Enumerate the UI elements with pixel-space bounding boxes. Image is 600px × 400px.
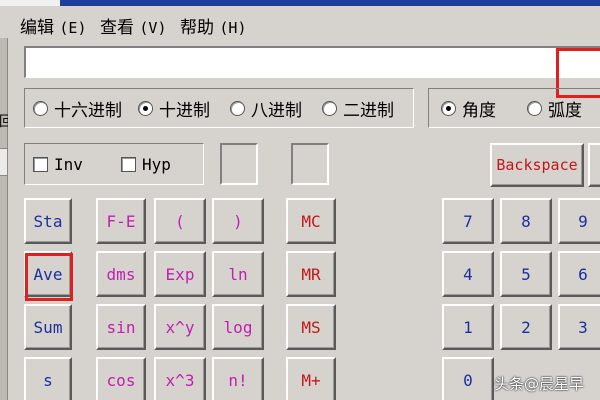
x-pow-y-button[interactable]: x^y xyxy=(154,304,206,350)
radio-octal[interactable]: 八进制 xyxy=(230,89,302,127)
close-paren-button[interactable]: ) xyxy=(212,198,264,244)
fe-button[interactable]: F-E xyxy=(96,198,146,244)
ln-button[interactable]: ln xyxy=(212,251,264,297)
radio-binary-dot xyxy=(322,100,337,116)
backspace-button[interactable]: Backspace xyxy=(490,143,584,187)
exp-button[interactable]: Exp xyxy=(154,251,206,297)
number-system-group: 十六进制 十进制 八进制 二进制 xyxy=(24,88,414,128)
radio-degrees-label: 角度 xyxy=(462,100,496,121)
checkbox-inv[interactable]: Inv xyxy=(33,144,83,184)
radio-binary[interactable]: 二进制 xyxy=(322,89,394,127)
checkbox-inv-box xyxy=(33,156,48,172)
radio-decimal-label: 十进制 xyxy=(159,100,210,121)
checkbox-hyp-box xyxy=(121,156,136,172)
checkbox-inv-label: Inv xyxy=(54,154,83,174)
radio-decimal-dot xyxy=(138,100,153,116)
mc-button[interactable]: MC xyxy=(286,198,336,244)
background-window-tab xyxy=(0,148,8,176)
digit-0-button[interactable]: 0 xyxy=(442,357,494,400)
sin-button[interactable]: sin xyxy=(96,304,146,350)
checkbox-hyp-label: Hyp xyxy=(142,154,171,174)
open-paren-button[interactable]: ( xyxy=(154,198,206,244)
digit-7-button[interactable]: 7 xyxy=(442,198,494,244)
menu-help[interactable]: 帮助 (H) xyxy=(180,13,247,38)
digit-8-button[interactable]: 8 xyxy=(500,198,552,244)
menu-help-accel: (H) xyxy=(219,19,247,37)
watermark-text: 头条@晨星早 xyxy=(493,375,584,393)
radio-radians-label: 弧度 xyxy=(548,100,582,121)
dms-button[interactable]: dms xyxy=(96,251,146,297)
digit-5-button[interactable]: 5 xyxy=(500,251,552,297)
log-button[interactable]: log xyxy=(212,304,264,350)
radio-octal-dot xyxy=(230,100,245,116)
background-window-edge xyxy=(0,38,8,400)
radio-hex-dot xyxy=(33,100,48,116)
menu-edit-label: 编辑 xyxy=(20,18,54,38)
menu-view[interactable]: 查看 (V) xyxy=(100,13,167,38)
sum-button[interactable]: Sum xyxy=(24,304,72,350)
radio-binary-label: 二进制 xyxy=(343,100,394,121)
menu-view-accel: (V) xyxy=(139,19,167,37)
menu-bar: 编辑 (E) 查看 (V) 帮助 (H) xyxy=(0,6,600,38)
highlight-box-ave xyxy=(25,253,73,301)
radio-hex-label: 十六进制 xyxy=(54,100,122,121)
factorial-button[interactable]: n! xyxy=(212,357,264,400)
radio-radians-dot xyxy=(527,100,542,116)
ms-button[interactable]: MS xyxy=(286,304,336,350)
radio-degrees[interactable]: 角度 xyxy=(441,89,496,127)
digit-2-button[interactable]: 2 xyxy=(500,304,552,350)
digit-9-button[interactable]: 9 xyxy=(558,198,600,244)
m-plus-button[interactable]: M+ xyxy=(286,357,336,400)
menu-view-label: 查看 xyxy=(100,18,134,38)
clear-entry-button-partial[interactable] xyxy=(588,143,600,187)
x-cubed-button[interactable]: x^3 xyxy=(154,357,206,400)
parenthesis-indicator xyxy=(220,143,258,185)
checkbox-hyp[interactable]: Hyp xyxy=(121,144,171,184)
background-window-text: 回 xyxy=(0,114,8,130)
radio-decimal[interactable]: 十进制 xyxy=(138,89,210,127)
sta-button[interactable]: Sta xyxy=(24,198,72,244)
memory-indicator xyxy=(291,143,329,185)
digit-6-button[interactable]: 6 xyxy=(558,251,600,297)
mr-button[interactable]: MR xyxy=(286,251,336,297)
menu-edit[interactable]: 编辑 (E) xyxy=(20,13,87,38)
cos-button[interactable]: cos xyxy=(96,357,146,400)
menu-edit-accel: (E) xyxy=(59,19,87,37)
radio-degrees-dot xyxy=(441,100,456,116)
radio-hex[interactable]: 十六进制 xyxy=(33,89,122,127)
inv-hyp-group: Inv Hyp xyxy=(24,143,204,185)
s-button[interactable]: s xyxy=(24,357,72,400)
digit-3-button[interactable]: 3 xyxy=(558,304,600,350)
digit-4-button[interactable]: 4 xyxy=(442,251,494,297)
radio-octal-label: 八进制 xyxy=(251,100,302,121)
angle-unit-group: 角度 弧度 xyxy=(428,88,600,128)
radio-radians[interactable]: 弧度 xyxy=(527,89,582,127)
digit-1-button[interactable]: 1 xyxy=(442,304,494,350)
menu-help-label: 帮助 xyxy=(180,18,214,38)
display-field[interactable] xyxy=(24,46,600,78)
